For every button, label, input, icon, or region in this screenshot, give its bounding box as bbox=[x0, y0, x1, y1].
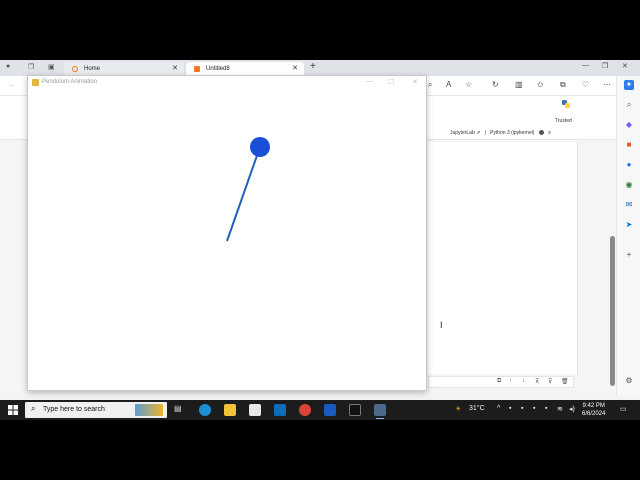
close-window-icon[interactable]: ✕ bbox=[622, 62, 628, 70]
add-plus-icon[interactable]: + bbox=[624, 250, 634, 260]
tab-home[interactable]: Home ✕ bbox=[64, 62, 184, 76]
jupyter-favicon-icon bbox=[72, 66, 78, 72]
tab-untitled8-label: Untitled8 bbox=[206, 66, 230, 72]
refresh-icon[interactable]: ↻ bbox=[492, 80, 499, 89]
insert-above-icon[interactable]: ⊼ bbox=[535, 378, 539, 385]
tools-icon[interactable]: ■ bbox=[624, 140, 634, 150]
taskbar-clock[interactable]: 9:42 PM 6/6/2024 bbox=[582, 402, 605, 418]
pendulum-window[interactable]: Pendulum Animation — ☐ ✕ bbox=[27, 75, 427, 391]
task-view-icon[interactable]: ▤ bbox=[174, 404, 186, 416]
insert-below-icon[interactable]: ⊽ bbox=[548, 378, 552, 385]
kernel-status-row: JupyterLab ⇗ | Python 3 (ipykernel) ≡ bbox=[450, 130, 552, 136]
outlook-icon[interactable]: ✉ bbox=[624, 200, 634, 210]
favorite-star-icon[interactable]: ☆ bbox=[465, 80, 472, 89]
send-icon[interactable]: ➤ bbox=[624, 220, 634, 230]
jupyterlab-link[interactable]: JupyterLab bbox=[450, 130, 475, 136]
python-app-icon[interactable] bbox=[374, 404, 386, 419]
maximize-icon[interactable]: ☐ bbox=[388, 78, 394, 86]
close-tab-icon[interactable]: ✕ bbox=[172, 62, 178, 76]
search-icon[interactable]: ⌕ bbox=[624, 100, 634, 110]
close-tab-icon[interactable]: ✕ bbox=[292, 62, 298, 76]
tag-icon[interactable]: ◆ bbox=[624, 120, 634, 130]
file-explorer-icon[interactable] bbox=[224, 404, 236, 416]
tk-feather-icon bbox=[32, 79, 39, 86]
python-logo-icon bbox=[562, 100, 570, 108]
tray-app-icon[interactable]: ▪ bbox=[521, 405, 523, 412]
hamburger-menu-icon[interactable]: ≡ bbox=[548, 130, 551, 136]
profile-icon[interactable]: ● bbox=[6, 63, 10, 70]
edge-sidebar: ✦ ⌕ ◆ ■ ● ◉ ✉ ➤ + ⚙ bbox=[616, 76, 640, 396]
hidden-icons-chevron-icon[interactable]: ^ bbox=[497, 405, 500, 412]
search-icon[interactable]: ⌕ bbox=[428, 80, 432, 90]
minimize-icon[interactable]: — bbox=[366, 78, 373, 85]
collections-icon[interactable]: ❐ bbox=[28, 63, 34, 71]
taskbar-search-box[interactable]: ⌕ Type here to search bbox=[25, 402, 167, 418]
store-icon[interactable] bbox=[249, 404, 261, 416]
tray-app-icon[interactable]: ▪ bbox=[509, 405, 511, 412]
external-link-icon: ⇗ bbox=[476, 130, 482, 136]
split-screen-icon[interactable]: ▥ bbox=[515, 80, 523, 89]
tab-untitled8[interactable]: Untitled8 ✕ bbox=[186, 62, 304, 76]
browser-essentials-icon[interactable]: ♡ bbox=[582, 80, 589, 89]
terminal-icon[interactable] bbox=[349, 404, 361, 416]
tab-actions-icon[interactable]: ▣ bbox=[48, 63, 55, 71]
text-cursor-icon: I bbox=[440, 320, 443, 330]
taskbar-search-placeholder: Type here to search bbox=[43, 406, 105, 413]
pendulum-bob bbox=[250, 137, 270, 157]
cell-toolbar: ⧉ ↑ ↓ ⊼ ⊽ 🗑 bbox=[428, 376, 574, 388]
wifi-icon[interactable]: ≋ bbox=[557, 405, 563, 413]
mail-icon[interactable] bbox=[274, 404, 286, 416]
settings-gear-icon[interactable]: ⚙ bbox=[624, 376, 634, 386]
tray-app-icon[interactable]: ▪ bbox=[545, 405, 547, 412]
tab-home-label: Home bbox=[84, 66, 101, 72]
search-icon: ⌕ bbox=[31, 404, 36, 413]
clock-date: 6/6/2024 bbox=[582, 411, 606, 417]
new-tab-plus-icon[interactable]: + bbox=[310, 61, 316, 72]
word-icon[interactable] bbox=[324, 404, 336, 416]
edge-browser-icon[interactable] bbox=[199, 404, 211, 416]
minimize-icon[interactable]: — bbox=[582, 62, 589, 69]
desktop-screen: ● ❐ ▣ Home ✕ Untitled8 ✕ + — ❐ ✕ ← ⌕ A ☆… bbox=[0, 60, 640, 420]
collections-icon[interactable]: ⧉ bbox=[560, 80, 566, 90]
search-highlight-icon bbox=[135, 404, 163, 416]
clock-time: 9:42 PM bbox=[582, 403, 605, 409]
move-up-icon[interactable]: ↑ bbox=[509, 378, 512, 384]
delete-cell-icon[interactable]: 🗑 bbox=[561, 378, 569, 385]
weather-temp[interactable]: 31°C bbox=[469, 405, 485, 412]
more-menu-icon[interactable]: ⋯ bbox=[603, 80, 611, 89]
back-arrow-icon[interactable]: ← bbox=[8, 80, 16, 89]
kernel-name[interactable]: Python 3 (ipykernel) bbox=[490, 130, 534, 136]
pendulum-window-titlebar[interactable]: Pendulum Animation — ☐ ✕ bbox=[28, 76, 426, 90]
volume-icon[interactable]: ◂) bbox=[569, 405, 575, 413]
jupyter-favicon-icon bbox=[194, 66, 200, 72]
chrome-icon[interactable] bbox=[299, 404, 311, 416]
browser-tab-strip: ● ❐ ▣ Home ✕ Untitled8 ✕ + — ❐ ✕ bbox=[0, 60, 640, 76]
restore-icon[interactable]: ❐ bbox=[602, 62, 608, 70]
windows-start-icon[interactable] bbox=[8, 405, 18, 415]
people-icon[interactable]: ● bbox=[624, 160, 634, 170]
page-scrollbar[interactable] bbox=[610, 236, 615, 386]
pendulum-rod bbox=[226, 146, 261, 242]
kernel-idle-indicator-icon bbox=[538, 130, 544, 136]
weather-icon: ☀ bbox=[455, 406, 462, 413]
windows-taskbar: ⌕ Type here to search ▤ ☀ 31°C ^ ▪ ▪ ▪ ▪… bbox=[0, 400, 640, 420]
office-icon[interactable]: ◉ bbox=[624, 180, 634, 190]
read-aloud-icon[interactable]: A bbox=[446, 80, 451, 89]
duplicate-cell-icon[interactable]: ⧉ bbox=[497, 378, 501, 385]
favorites-icon[interactable]: ✩ bbox=[537, 80, 544, 89]
close-window-icon[interactable]: ✕ bbox=[412, 78, 418, 86]
move-down-icon[interactable]: ↓ bbox=[522, 378, 525, 384]
copilot-icon[interactable]: ✦ bbox=[624, 80, 634, 90]
pendulum-window-title: Pendulum Animation bbox=[42, 79, 98, 85]
trusted-label[interactable]: Trusted bbox=[555, 118, 572, 124]
pendulum-canvas bbox=[226, 137, 270, 242]
notifications-icon[interactable]: ▭ bbox=[620, 405, 627, 413]
tray-app-icon[interactable]: ▪ bbox=[533, 405, 535, 412]
notebook-cell[interactable] bbox=[428, 142, 578, 374]
